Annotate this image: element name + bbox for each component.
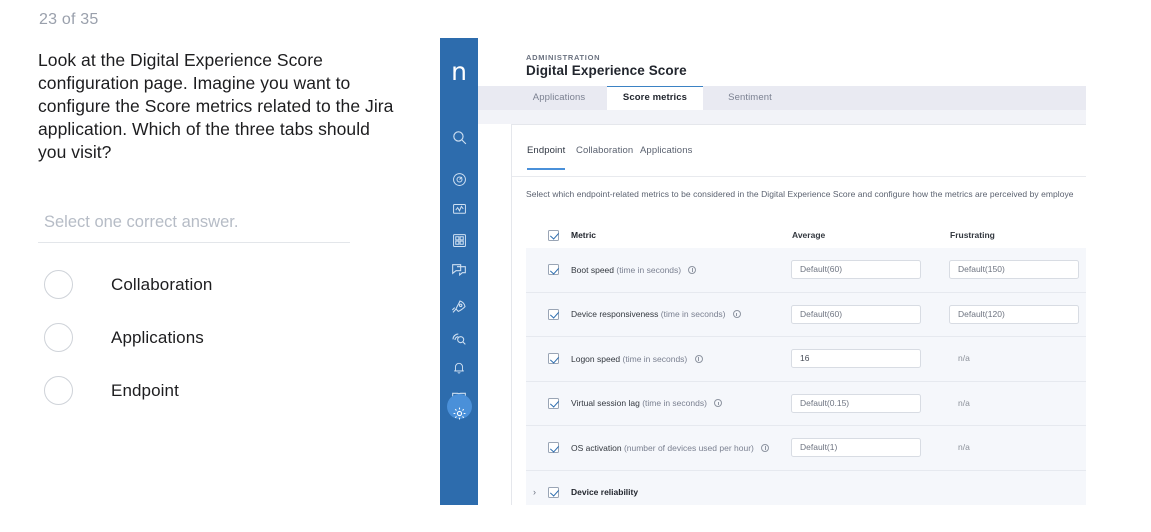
info-icon[interactable]	[694, 354, 703, 363]
radio-button-applications[interactable]	[44, 323, 73, 352]
search-icon[interactable]	[440, 118, 478, 156]
app-sidebar: n	[440, 38, 478, 505]
outer-tabs: Applications Score metrics Sentiment	[478, 86, 1086, 111]
metric-title: OS activation	[571, 442, 622, 453]
row-checkbox[interactable]	[548, 264, 559, 276]
average-input[interactable]: Default(0.15)	[791, 393, 921, 413]
info-icon[interactable]	[761, 443, 770, 452]
frustrating-input: n/a	[958, 442, 970, 453]
table-row: Boot speed (time in seconds) Default(60)…	[526, 248, 1086, 293]
chat-bubbles-icon[interactable]	[440, 251, 478, 289]
tabstrip-filler	[478, 110, 1086, 124]
answer-label: Applications	[111, 327, 204, 347]
metric-unit: (time in seconds)	[622, 353, 688, 364]
metric-label: Boot speed (time in seconds)	[571, 264, 697, 275]
row-checkbox[interactable]	[548, 353, 559, 365]
subtab-endpoint[interactable]: Endpoint	[527, 145, 566, 170]
metric-unit: (time in seconds)	[660, 309, 726, 320]
page-title: Digital Experience Score	[526, 63, 687, 78]
answer-divider	[38, 242, 350, 243]
inner-tabs: Endpoint Collaboration Applications	[512, 145, 1086, 177]
metric-title: Device reliability	[571, 487, 639, 498]
table-row: Virtual session lag (time in seconds) De…	[526, 381, 1086, 426]
table-row: Logon speed (time in seconds) 16 n/a	[526, 337, 1086, 382]
metric-label: Device reliability	[571, 487, 638, 497]
frustrating-input: n/a	[958, 397, 970, 408]
radio-button-collaboration[interactable]	[44, 270, 73, 299]
app-main: ADMINISTRATION Digital Experience Score …	[478, 38, 1086, 505]
tab-score-metrics[interactable]: Score metrics	[607, 86, 703, 111]
radio-button-endpoint[interactable]	[44, 376, 73, 405]
table-row-group[interactable]: › Device reliability	[526, 470, 1086, 505]
answer-label: Endpoint	[111, 380, 179, 400]
column-header-average: Average	[792, 230, 826, 240]
chevron-right-icon[interactable]: ›	[533, 487, 536, 497]
metric-title: Logon speed	[571, 353, 621, 364]
info-icon[interactable]	[714, 399, 723, 408]
metric-label: Device responsiveness (time in seconds)	[571, 309, 741, 319]
nexthink-logo-icon: n	[451, 56, 467, 86]
average-input[interactable]: 16	[791, 349, 921, 369]
breadcrumb-eyebrow: ADMINISTRATION	[526, 53, 601, 62]
answer-option-applications[interactable]: Applications	[38, 311, 418, 364]
metric-label: Logon speed (time in seconds)	[571, 354, 703, 364]
column-header-metric: Metric	[571, 230, 597, 240]
app-header: ADMINISTRATION Digital Experience Score	[478, 38, 1086, 86]
subtab-applications[interactable]: Applications	[640, 145, 692, 168]
score-metrics-card: Endpoint Collaboration Applications Sele…	[511, 124, 1086, 505]
answer-option-endpoint[interactable]: Endpoint	[38, 364, 418, 417]
row-checkbox[interactable]	[548, 397, 559, 409]
quiz-panel: 23 of 35 Look at the Digital Experience …	[0, 0, 430, 532]
gear-icon[interactable]	[440, 394, 478, 432]
frustrating-input[interactable]: Default(150)	[949, 260, 1079, 280]
average-input[interactable]: Default(1)	[791, 438, 921, 458]
answer-option-collaboration[interactable]: Collaboration	[38, 258, 418, 311]
average-input[interactable]: Default(60)	[791, 304, 921, 324]
frustrating-input: n/a	[958, 353, 970, 364]
metric-title: Virtual session lag	[571, 398, 640, 409]
select-all-checkbox[interactable]	[548, 229, 559, 241]
tab-sentiment[interactable]: Sentiment	[710, 86, 790, 110]
average-input[interactable]: Default(60)	[791, 260, 921, 280]
question-text: Look at the Digital Experience Score con…	[38, 50, 394, 162]
metric-label: Virtual session lag (time in seconds)	[571, 398, 723, 409]
column-header-frustrating: Frustrating	[950, 230, 995, 240]
metric-label: OS activation (number of devices used pe…	[571, 442, 770, 453]
question-counter: 23 of 35	[39, 11, 99, 28]
frustrating-input[interactable]: Default(120)	[949, 304, 1079, 324]
row-checkbox[interactable]	[548, 486, 559, 498]
tab-applications[interactable]: Applications	[517, 86, 601, 110]
answer-label: Collaboration	[111, 274, 213, 294]
metric-title: Boot speed	[571, 264, 615, 275]
metric-unit: (number of devices used per hour)	[623, 442, 754, 453]
table-header-row: Metric Average Frustrating	[526, 222, 1086, 248]
metric-title: Device responsiveness	[571, 309, 659, 320]
answer-options-list: Collaboration Applications Endpoint	[38, 258, 418, 417]
info-icon[interactable]	[732, 310, 741, 319]
subtab-collaboration[interactable]: Collaboration	[576, 145, 633, 168]
select-one-answer-hint: Select one correct answer.	[44, 213, 239, 231]
table-row: OS activation (number of devices used pe…	[526, 426, 1086, 471]
row-checkbox[interactable]	[548, 442, 559, 454]
metric-unit: (time in seconds)	[616, 264, 682, 275]
info-icon[interactable]	[688, 265, 697, 274]
metric-unit: (time in seconds)	[642, 398, 707, 409]
inner-tab-rule	[512, 176, 1086, 177]
card-description: Select which endpoint-related metrics to…	[526, 189, 1074, 199]
app-screenshot: n ADMINISTRATION Digital Experience Scor…	[440, 38, 1086, 505]
table-row: Device responsiveness (time in seconds) …	[526, 292, 1086, 337]
metrics-table: Metric Average Frustrating Boot speed (t…	[526, 222, 1086, 505]
row-checkbox[interactable]	[548, 308, 559, 320]
